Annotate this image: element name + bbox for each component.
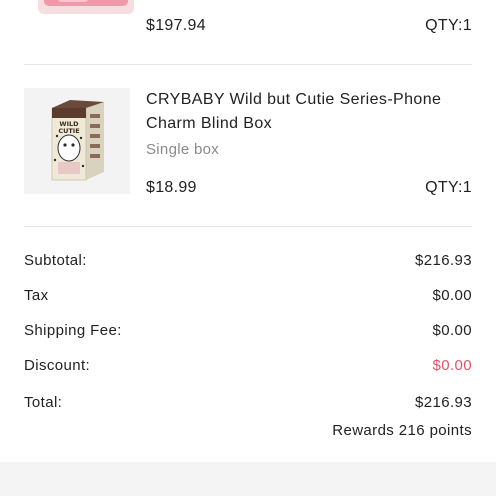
item-2-price: $18.99 [146,179,197,196]
item-2-variant: Single box [146,141,220,158]
rewards-points: Rewards 216 points [332,422,472,439]
blind-box-image: WILD CUTIE [51,100,104,181]
section-separator [0,462,496,496]
product-thumbnail-1[interactable] [38,0,134,14]
tax-label: Tax [24,287,49,304]
tax-value: $0.00 [432,287,472,304]
item-2-quantity: QTY:1 [425,179,472,196]
discount-value: $0.00 [432,357,472,374]
shipping-fee-value: $0.00 [432,322,472,339]
product-thumbnail-2[interactable]: WILD CUTIE [24,88,130,194]
item-2-title[interactable]: CRYBABY Wild but Cutie Series-Phone Char… [146,88,466,136]
total-value: $216.93 [414,394,472,411]
subtotal-value: $216.93 [414,252,472,269]
divider [24,226,472,227]
shipping-fee-label: Shipping Fee: [24,322,122,339]
order-summary-page: $197.94 QTY:1 WILD CUTIE CRYBABY Wild bu… [0,0,496,496]
divider [24,64,472,65]
discount-label: Discount: [24,357,91,374]
item-1-price: $197.94 [146,17,206,34]
total-label: Total: [24,394,63,411]
svg-text:CUTIE: CUTIE [58,127,79,135]
item-1-quantity: QTY:1 [425,17,472,34]
subtotal-label: Subtotal: [24,252,87,269]
